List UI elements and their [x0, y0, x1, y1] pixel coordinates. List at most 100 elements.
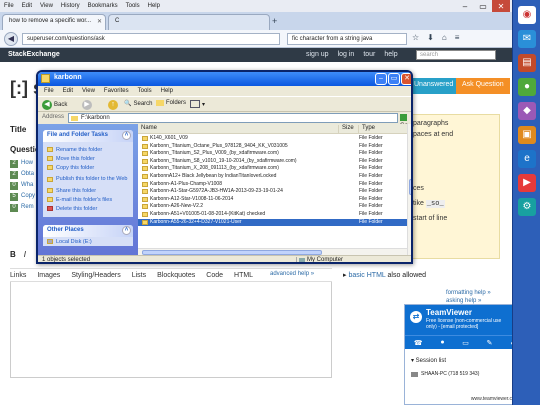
xp-back-button[interactable]: ◀ Back	[42, 100, 67, 110]
explorer-maximize-button[interactable]: ▭	[388, 73, 400, 85]
task-share[interactable]: Share this folder	[43, 186, 133, 195]
column-name[interactable]: Name	[138, 125, 338, 134]
ie-icon[interactable]: e	[518, 150, 536, 168]
task-publish[interactable]: Publish this folder to the Web	[43, 172, 133, 186]
explorer-close-button[interactable]: ✕	[401, 73, 411, 85]
formatting-help-link[interactable]: formatting help »	[446, 290, 491, 296]
search-bar[interactable]: fic character from a string java	[287, 33, 407, 45]
column-size[interactable]: Size	[338, 125, 358, 134]
explorer-titlebar[interactable]: karbonn	[38, 72, 411, 86]
xp-folders-button[interactable]: Folders	[156, 100, 186, 106]
task-move[interactable]: Move this folder	[43, 154, 133, 163]
tab-close-icon[interactable]: ✕	[97, 18, 102, 25]
task-delete[interactable]: Delete this folder	[43, 204, 133, 213]
task-copy[interactable]: Copy this folder	[43, 163, 133, 172]
scroll-thumb[interactable]	[409, 179, 411, 195]
xp-menu-file[interactable]: File	[44, 88, 54, 94]
place-local-disk[interactable]: Local Disk (E:)	[43, 237, 133, 246]
help-code[interactable]: Code	[206, 272, 223, 281]
url-bar[interactable]: superuser.com/questions/ask	[22, 33, 280, 45]
column-type[interactable]: Type	[358, 125, 407, 134]
phone-icon[interactable]: ☎	[414, 339, 423, 347]
file-row[interactable]: Karbonn_Titanium_S2_Plus_V009_(by_xdafir…	[138, 150, 407, 158]
pencil-icon[interactable]: ✎	[487, 339, 493, 347]
tour-link[interactable]: tour	[363, 51, 375, 58]
help-blockquotes[interactable]: Blockquotes	[157, 272, 195, 281]
help-link[interactable]: help	[384, 51, 397, 58]
document-icon[interactable]: ▤	[518, 54, 536, 72]
xp-up-button[interactable]: ↑	[108, 100, 118, 110]
record-icon[interactable]: ●	[440, 339, 444, 346]
file-list-vscrollbar[interactable]	[407, 124, 411, 255]
xp-menu-tools[interactable]: Tools	[138, 88, 152, 94]
list-item[interactable]: 2 Obta	[10, 171, 38, 182]
italic-button[interactable]: I	[24, 250, 26, 259]
ask-question-button[interactable]: Ask Question	[456, 78, 510, 94]
question-body-textarea[interactable]	[10, 282, 332, 378]
xp-menu-help[interactable]: Help	[161, 88, 173, 94]
tab-active[interactable]: how to remove a specific wor... ✕	[2, 14, 106, 30]
task-rename[interactable]: Rename this folder	[43, 145, 133, 154]
chevron-up-icon[interactable]: ˄	[122, 226, 131, 235]
file-row[interactable]: Karbonn-A26-New-V2.2 File Folder	[138, 203, 407, 211]
app-icon[interactable]: ◆	[518, 102, 536, 120]
stackexchange-logo[interactable]: StackExchange	[8, 51, 60, 58]
file-row[interactable]: Karbonn-A51+V01005-01-08-2014-(KitKat) c…	[138, 211, 407, 219]
file-row[interactable]: Karbonn-A12-Star-V1008-11-06-2014 File Fo…	[138, 196, 407, 204]
session-list-header[interactable]: ▾ Session list	[411, 357, 446, 364]
file-list-hscrollbar[interactable]	[138, 248, 407, 255]
back-arrow-icon[interactable]: ◀	[4, 32, 18, 46]
basic-html-link[interactable]: basic HTML	[348, 272, 385, 279]
file-row[interactable]: Karbonn_Titanium_S8_v1010_19-10-2014_(by…	[138, 158, 407, 166]
xp-search-button[interactable]: 🔍 Search	[124, 100, 153, 108]
folder-icon[interactable]: ▣	[518, 126, 536, 144]
bold-button[interactable]: B	[10, 250, 16, 259]
file-row[interactable]: Karbonn_Titanium_X_208_091113_(by_xdafir…	[138, 165, 407, 173]
home-icon[interactable]: ⌂	[442, 33, 447, 42]
file-folder-tasks-header[interactable]: File and Folder Tasks ˄	[43, 130, 133, 142]
other-places-header[interactable]: Other Places ˄	[43, 225, 133, 237]
file-row[interactable]: Karbonn_Titanium_Octane_Plus_978128_9404…	[138, 143, 407, 151]
star-icon[interactable]: ☆	[412, 33, 419, 42]
tab-unanswered[interactable]: Unanswered	[408, 78, 460, 94]
task-email[interactable]: E-mail this folder's files	[43, 195, 133, 204]
file-row[interactable]: Karbonn-A1-Plus-Champ-V1008 File Folder	[138, 181, 407, 189]
menu-help[interactable]: Help	[148, 3, 160, 9]
tab-inactive[interactable]: C	[108, 14, 270, 30]
se-search-input[interactable]: search	[416, 50, 496, 60]
menu-edit[interactable]: Edit	[22, 3, 32, 9]
settings-icon[interactable]: ⚙	[518, 198, 536, 216]
screen-icon[interactable]: ▭	[462, 339, 469, 347]
file-row[interactable]: KarbonnA12+ Black Jellybean by IndianTit…	[138, 173, 407, 181]
media-icon[interactable]: ▶	[518, 174, 536, 192]
advanced-help-link[interactable]: advanced help »	[270, 271, 314, 277]
download-icon[interactable]: ⬇	[427, 33, 434, 42]
new-tab-button[interactable]: +	[272, 16, 277, 26]
xp-menu-view[interactable]: View	[82, 88, 95, 94]
xp-menu-favorites[interactable]: Favorites	[104, 88, 129, 94]
login-link[interactable]: log in	[338, 51, 355, 58]
menu-view[interactable]: View	[40, 3, 53, 9]
chat-icon[interactable]: ●	[518, 78, 536, 96]
help-lists[interactable]: Lists	[132, 272, 146, 281]
menu-bookmarks[interactable]: Bookmarks	[88, 3, 118, 9]
explorer-minimize-button[interactable]: –	[375, 73, 387, 85]
signup-link[interactable]: sign up	[306, 51, 329, 58]
xp-forward-button[interactable]: ▶	[82, 100, 92, 110]
menu-file[interactable]: File	[4, 3, 14, 9]
mail-icon[interactable]: ✉	[518, 30, 536, 48]
list-item[interactable]: 2 How	[10, 160, 38, 171]
xp-menu-edit[interactable]: Edit	[63, 88, 73, 94]
list-item[interactable]: 0 Wha	[10, 182, 38, 193]
file-row[interactable]: K140_X601_V09 File Folder	[138, 135, 407, 143]
help-images[interactable]: Images	[37, 272, 60, 281]
address-input[interactable]: F:\karbonn	[68, 113, 398, 123]
help-links[interactable]: Links	[10, 272, 26, 281]
search-icon[interactable]: ◉	[518, 6, 536, 24]
menu-tools[interactable]: Tools	[126, 3, 140, 9]
file-row[interactable]: Karbonn-A55-26-32+4-D327-V1021-User File …	[138, 218, 407, 227]
session-item[interactable]: SHAAN-PC (718 519 343)	[411, 371, 479, 377]
file-row[interactable]: Karbonn-A1-Star-G5972A-JB3-HW1A-2013-09-…	[138, 188, 407, 196]
list-item[interactable]: 5 Copy	[10, 193, 38, 204]
list-item[interactable]: 0 Rem	[10, 204, 38, 215]
